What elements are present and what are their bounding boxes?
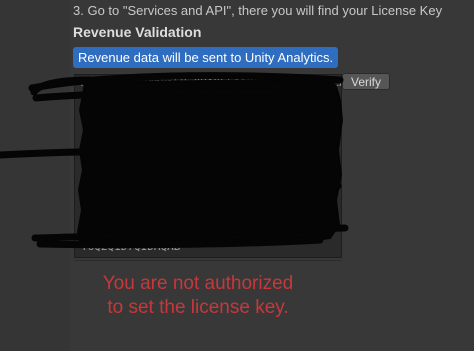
inspector-left-gutter xyxy=(0,0,70,351)
step-3-instruction: 3. Go to "Services and API", there you w… xyxy=(73,3,443,18)
license-key-textarea[interactable]: MIIBIANBgkqhkiG9w0BAQEFAAOCAQ8AMIIBCgKCA… xyxy=(74,74,342,258)
panel-bottom-edge xyxy=(74,260,342,261)
authorization-error-message: You are not authorized to set the licens… xyxy=(102,273,294,318)
license-key-last-line: Y6Q2Q1D7QIDAQAB xyxy=(81,240,181,253)
verify-button[interactable]: Verify xyxy=(342,73,390,90)
revenue-validation-title: Revenue Validation xyxy=(73,24,202,40)
license-key-first-line: MIIBIANBgkqhkiG9w0BAQEFAAOCAQ8AMIIBCgKCA… xyxy=(81,76,342,89)
revenue-info-label: Revenue data will be sent to Unity Analy… xyxy=(73,47,339,68)
